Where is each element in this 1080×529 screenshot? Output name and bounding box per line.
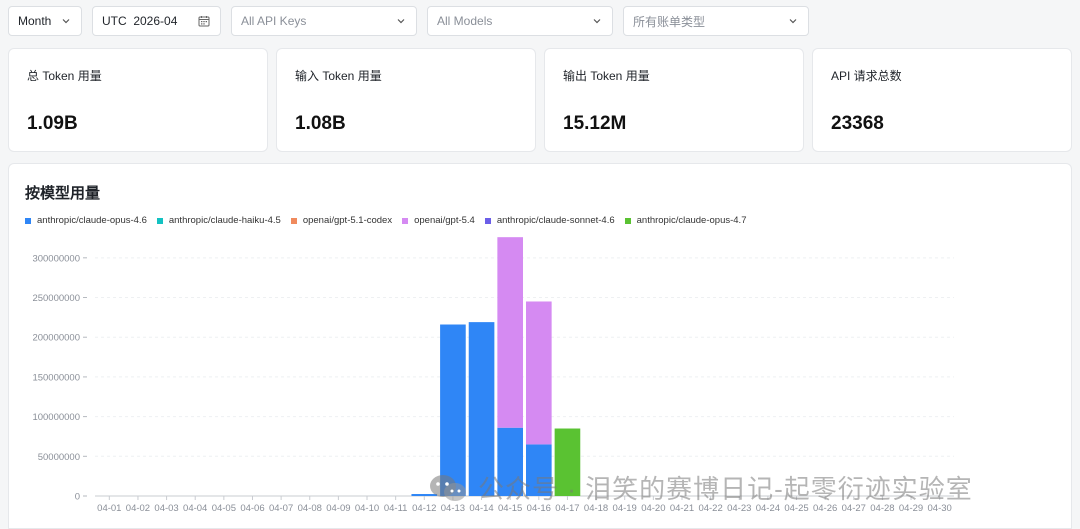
y-tick-label: 200000000 bbox=[32, 333, 80, 344]
calendar-icon bbox=[198, 16, 210, 27]
bar-segment bbox=[497, 237, 523, 428]
x-tick-label: 04-08 bbox=[298, 503, 322, 514]
models-select[interactable]: All Models bbox=[427, 6, 613, 36]
stat-cards: 总 Token 用量 1.09B 输入 Token 用量 1.08B 输出 To… bbox=[8, 48, 1072, 152]
filter-bar: Month UTC 2026-04 All API Keys All Model… bbox=[8, 6, 809, 36]
models-select-value: All Models bbox=[437, 14, 493, 28]
chevron-down-icon bbox=[62, 19, 70, 24]
period-select-value: Month bbox=[18, 14, 52, 28]
stat-label: API 请求总数 bbox=[831, 69, 902, 83]
month-picker[interactable]: UTC 2026-04 bbox=[92, 6, 221, 36]
stat-card-total-tokens: 总 Token 用量 1.09B bbox=[8, 48, 268, 152]
x-tick-label: 04-07 bbox=[269, 503, 293, 514]
bar-segment bbox=[526, 301, 552, 445]
api-keys-select-value: All API Keys bbox=[241, 14, 307, 28]
bill-type-select-value: 所有账单类型 bbox=[633, 14, 706, 29]
stat-value: 15.12M bbox=[563, 113, 627, 134]
y-tick-label: 150000000 bbox=[32, 372, 80, 383]
x-tick-label: 04-04 bbox=[183, 503, 207, 514]
stat-label: 输入 Token 用量 bbox=[295, 69, 382, 83]
x-tick-label: 04-06 bbox=[240, 503, 264, 514]
x-tick-label: 04-05 bbox=[212, 503, 236, 514]
x-tick-label: 04-11 bbox=[384, 503, 408, 514]
stat-value: 23368 bbox=[831, 113, 884, 134]
stat-label: 输出 Token 用量 bbox=[563, 69, 650, 83]
period-select[interactable]: Month bbox=[8, 6, 82, 36]
chevron-down-icon bbox=[789, 19, 797, 24]
stat-card-api-requests: API 请求总数 23368 bbox=[812, 48, 1072, 152]
x-tick-label: 04-10 bbox=[355, 503, 379, 514]
stat-card-output-tokens: 输出 Token 用量 15.12M bbox=[544, 48, 804, 152]
bill-type-select[interactable]: 所有账单类型 bbox=[623, 6, 809, 36]
x-tick-label: 04-01 bbox=[97, 503, 121, 514]
x-tick-label: 04-03 bbox=[154, 503, 178, 514]
y-tick-label: 300000000 bbox=[32, 253, 80, 264]
wechat-icon bbox=[430, 474, 466, 501]
chevron-down-icon bbox=[397, 19, 405, 24]
x-tick-label: 04-02 bbox=[126, 503, 150, 514]
stat-card-input-tokens: 输入 Token 用量 1.08B bbox=[276, 48, 536, 152]
y-tick-label: 0 bbox=[75, 492, 80, 503]
x-tick-label: 04-09 bbox=[326, 503, 350, 514]
y-tick-label: 250000000 bbox=[32, 293, 80, 304]
watermark: 公众号 · 泪笑的赛博日记-起零衍迹实验室 bbox=[428, 469, 973, 506]
y-tick-label: 100000000 bbox=[32, 412, 80, 423]
api-keys-select[interactable]: All API Keys bbox=[231, 6, 417, 36]
watermark-text: 公众号 · 泪笑的赛博日记-起零衍迹实验室 bbox=[478, 474, 973, 504]
stat-label: 总 Token 用量 bbox=[27, 69, 102, 83]
y-tick-label: 50000000 bbox=[38, 452, 80, 463]
stat-value: 1.08B bbox=[295, 113, 346, 134]
chevron-down-icon bbox=[593, 19, 601, 24]
stat-value: 1.09B bbox=[27, 113, 78, 134]
month-picker-value: UTC 2026-04 bbox=[102, 14, 178, 28]
